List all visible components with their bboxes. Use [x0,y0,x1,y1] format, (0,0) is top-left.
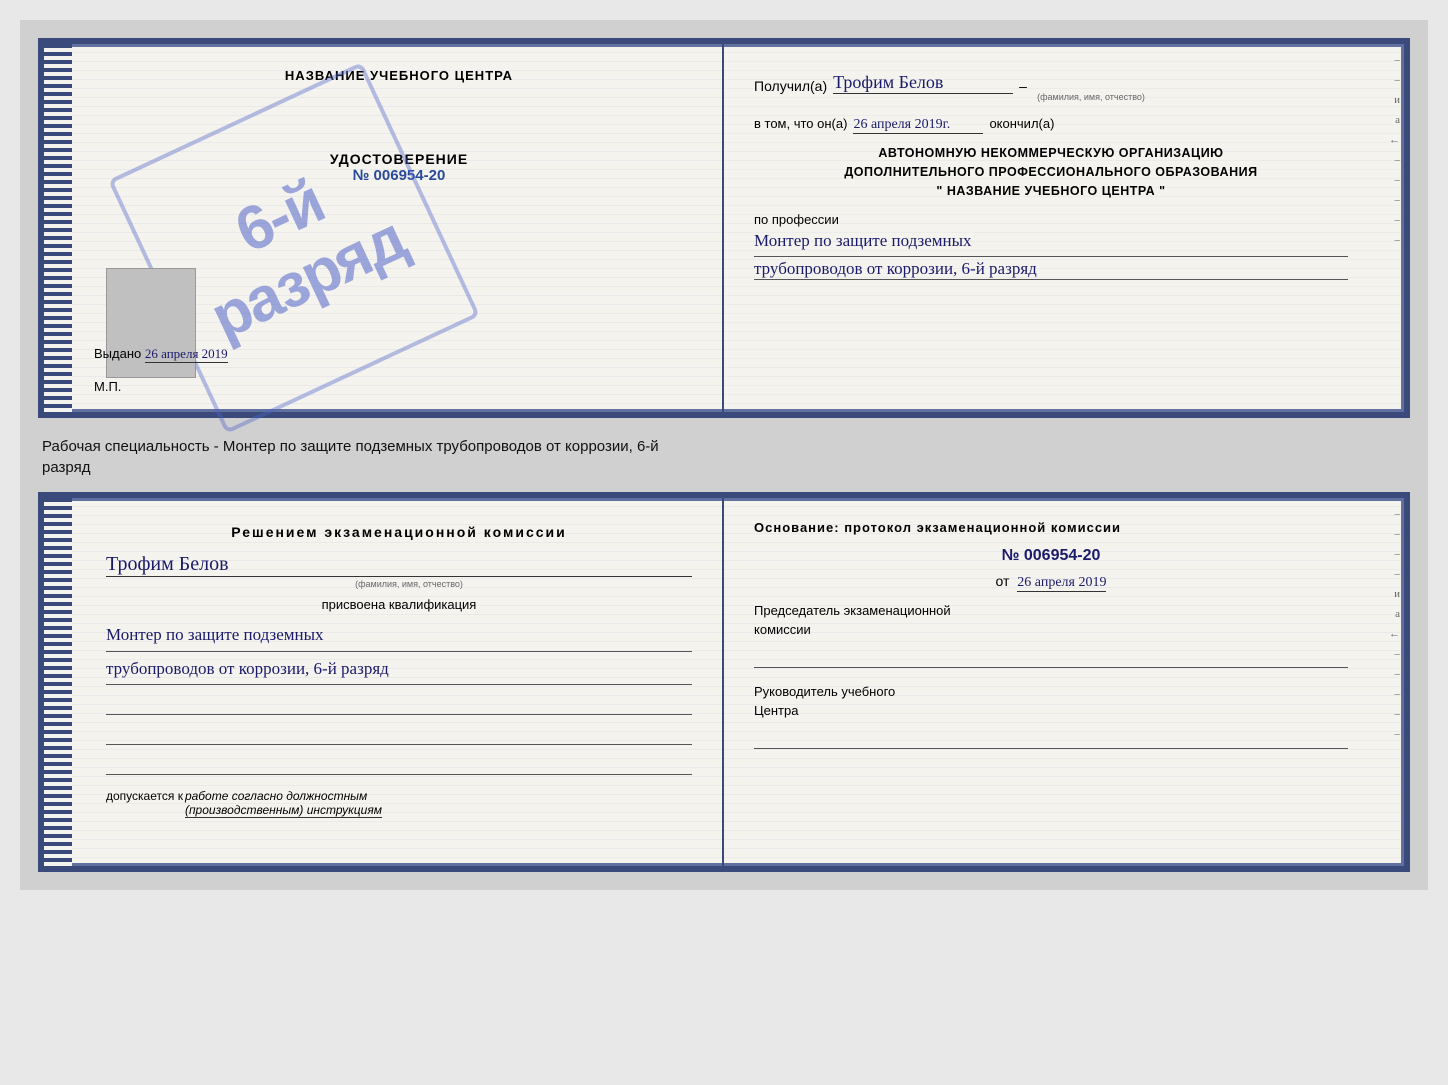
dopuskaetsya-row: допускается к работе согласно должностны… [106,789,692,818]
rukovoditel-signature [754,725,1348,749]
bottom-profession-line1: Монтер по защите подземных [106,620,692,652]
okончил-label: окончил(а) [989,116,1054,131]
org-line1: АВТОНОМНУЮ НЕКОММЕРЧЕСКУЮ ОРГАНИЗАЦИЮ [754,144,1348,163]
org-name-line: " НАЗВАНИЕ УЧЕБНОГО ЦЕНТРА " [754,182,1348,201]
top-doc-left: НАЗВАНИЕ УЧЕБНОГО ЦЕНТРА 6-й разряд УДОС… [44,44,724,412]
page-wrapper: НАЗВАНИЕ УЧЕБНОГО ЦЕНТРА 6-й разряд УДОС… [20,20,1428,890]
left-strip [44,44,72,412]
top-doc-right: Получил(a) Трофим Белов – (фамилия, имя,… [724,44,1404,412]
protocol-number: № 006954-20 [754,547,1348,565]
vydano-label: Выдано [94,346,141,361]
resheniem-title: Решением экзаменационной комиссии [106,522,692,543]
mp-row: М.П. [94,379,121,394]
top-right-content: Получил(a) Трофим Белов – (фамилия, имя,… [754,64,1374,280]
bottom-profession-line2: трубопроводов от коррозии, 6-й разряд [106,654,692,686]
vtom-date: 26 апреля 2019г. [853,117,983,134]
profession-line2-top: трубопроводов от коррозии, 6-й разряд [754,259,1348,280]
top-left-content: НАЗВАНИЕ УЧЕБНОГО ЦЕНТРА 6-й разряд УДОС… [74,68,692,184]
rukovoditel-block: Руководитель учебного Центра [754,682,1348,749]
diagonal-stamp: 6-й разряд [108,62,480,434]
dopuskaetsya-prefix: допускается к [106,789,183,818]
vtom-row: в том, что он(а) 26 апреля 2019г. окончи… [754,116,1348,134]
vydano-date: 26 апреля 2019 [145,346,228,363]
top-center-title: НАЗВАНИЕ УЧЕБНОГО ЦЕНТРА [285,68,513,83]
org-name: НАЗВАНИЕ УЧЕБНОГО ЦЕНТРА [947,184,1155,198]
poluchil-label: Получил(a) [754,78,827,94]
org-line2: ДОПОЛНИТЕЛЬНОГО ПРОФЕССИОНАЛЬНОГО ОБРАЗО… [754,163,1348,182]
blank-line-3 [106,751,692,775]
vtom-label: в том, что он(а) [754,116,847,131]
org-name-open: " [936,184,942,198]
mp-label: М.П. [94,379,121,394]
blank-line-1 [106,691,692,715]
osnovanie-block: Основание: протокол экзаменационной коми… [754,518,1348,539]
poluchil-name: Трофим Белов [833,72,1013,94]
predsedatel-block: Председатель экзаменационной комиссии [754,601,1348,668]
vydano-row: Выдано 26 апреля 2019 [94,346,228,362]
prisvoena-row: присвоена квалификация [106,597,692,612]
between-text-1: Рабочая специальность - Монтер по защите… [42,436,1410,457]
dopuskaetsya-text: работе согласно должностным (производств… [185,789,382,818]
rukovoditel-line1: Руководитель учебного [754,682,1348,702]
predsedatel-line1: Председатель экзаменационной [754,601,1348,621]
between-label: Рабочая специальность - Монтер по защите… [38,430,1410,480]
poluchil-dash: – [1019,78,1027,94]
predsedatel-signature [754,644,1348,668]
top-document: НАЗВАНИЕ УЧЕБНОГО ЦЕНТРА 6-й разряд УДОС… [38,38,1410,418]
between-text-2: разряд [42,457,1410,478]
ot-date-row: от 26 апреля 2019 [754,573,1348,591]
org-name-close: " [1159,184,1165,198]
bottom-document: Решением экзаменационной комиссии Трофим… [38,492,1410,872]
udostoverenie-block: УДОСТОВЕРЕНИЕ № 006954-20 [330,151,468,184]
poluchil-row: Получил(a) Трофим Белов – [754,72,1348,94]
bottom-name: Трофим Белов [106,553,692,577]
bottom-name-hint: (фамилия, имя, отчество) [126,579,692,589]
bottom-doc-right: Основание: протокол экзаменационной коми… [724,498,1404,866]
rukovoditel-line2: Центра [754,701,1348,721]
ot-label: от [996,573,1010,589]
predsedatel-line2: комиссии [754,620,1348,640]
bottom-right-content: Основание: протокол экзаменационной коми… [754,518,1374,749]
profession-line1-top: Монтер по защите подземных [754,227,1348,257]
bottom-left-strip [44,498,72,866]
right-dashes-top: – – и а ← – – – – – [1380,44,1400,412]
bottom-left-content: Решением экзаменационной комиссии Трофим… [74,522,692,818]
udostoverenie-label: УДОСТОВЕРЕНИЕ [330,151,468,167]
right-dashes-bottom: – – – – и а ← – – – – – [1380,498,1400,866]
org-block: АВТОНОМНУЮ НЕКОММЕРЧЕСКУЮ ОРГАНИЗАЦИЮ ДО… [754,144,1348,200]
bottom-doc-left: Решением экзаменационной комиссии Трофим… [44,498,724,866]
udostoverenie-number: № 006954-20 [330,167,468,184]
ot-date-value: 26 апреля 2019 [1017,575,1106,592]
po-professii: по профессии [754,212,1348,227]
blank-line-2 [106,721,692,745]
